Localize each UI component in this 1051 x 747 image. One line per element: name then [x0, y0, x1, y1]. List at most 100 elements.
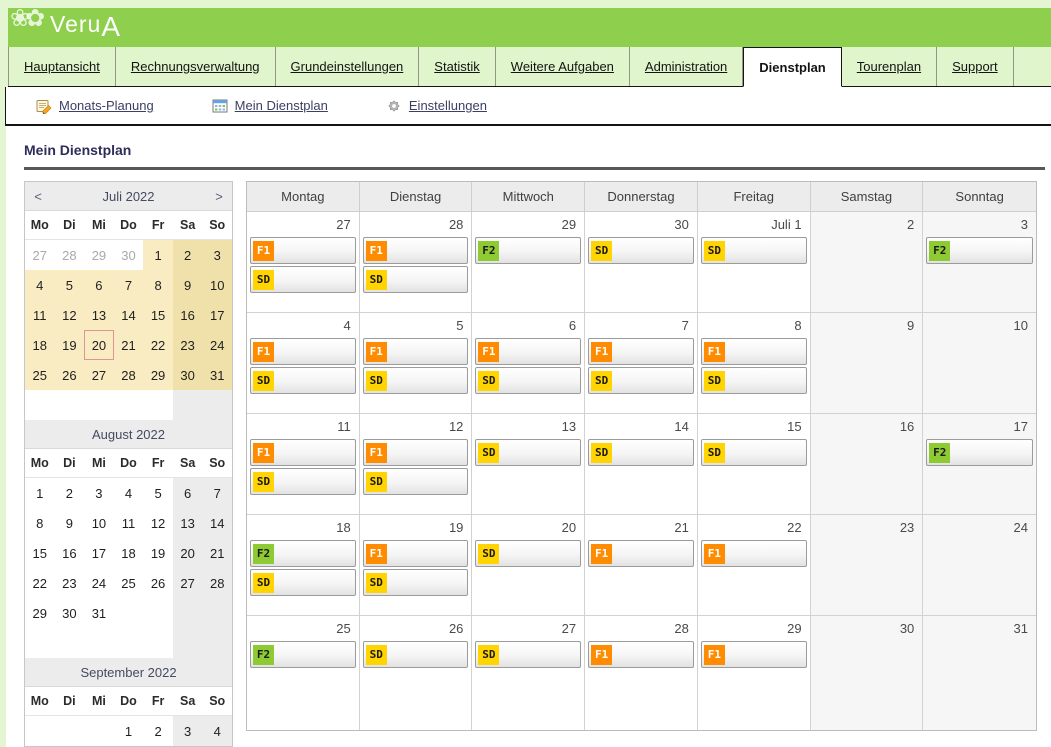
mini-day[interactable]: 4: [25, 270, 55, 300]
day-cell[interactable]: 20SD: [472, 515, 585, 615]
day-cell[interactable]: 7F1SD: [585, 313, 698, 413]
mini-day[interactable]: 7: [202, 478, 232, 508]
mini-day[interactable]: 30: [173, 360, 203, 390]
mini-day[interactable]: 8: [143, 270, 173, 300]
mini-day[interactable]: 1: [25, 478, 55, 508]
shift-entry[interactable]: SD: [250, 266, 356, 293]
shift-entry[interactable]: F1: [250, 237, 356, 264]
mini-day[interactable]: 25: [114, 568, 144, 598]
shift-entry[interactable]: F1: [363, 338, 469, 365]
shift-entry[interactable]: SD: [588, 439, 694, 466]
mini-day[interactable]: 24: [202, 330, 232, 360]
day-cell[interactable]: 26SD: [360, 616, 473, 730]
mini-day[interactable]: 28: [55, 240, 85, 270]
tab-tourenplan[interactable]: Tourenplan: [842, 47, 937, 86]
mini-day[interactable]: 27: [173, 568, 203, 598]
tab-administration[interactable]: Administration: [630, 47, 743, 86]
mini-day[interactable]: 5: [143, 478, 173, 508]
shift-entry[interactable]: SD: [475, 439, 581, 466]
shift-entry[interactable]: SD: [475, 540, 581, 567]
tab-hauptansicht[interactable]: Hauptansicht: [8, 47, 116, 86]
mini-day[interactable]: 9: [55, 508, 85, 538]
mini-day[interactable]: 30: [55, 598, 85, 628]
shift-entry[interactable]: SD: [701, 367, 807, 394]
prev-month-button[interactable]: <: [25, 189, 51, 204]
mini-day[interactable]: 15: [143, 300, 173, 330]
tab-weitere-aufgaben[interactable]: Weitere Aufgaben: [496, 47, 630, 86]
mini-day[interactable]: 12: [143, 508, 173, 538]
day-cell[interactable]: 6F1SD: [472, 313, 585, 413]
mini-day[interactable]: 11: [25, 300, 55, 330]
mini-day[interactable]: 29: [143, 360, 173, 390]
mini-day[interactable]: 11: [114, 508, 144, 538]
subnav-item-mein-dienstplan[interactable]: Mein Dienstplan: [212, 98, 328, 114]
mini-day[interactable]: 26: [143, 568, 173, 598]
day-cell[interactable]: 27SD: [472, 616, 585, 730]
mini-day[interactable]: 22: [143, 330, 173, 360]
mini-day[interactable]: 31: [202, 360, 232, 390]
mini-day[interactable]: 14: [202, 508, 232, 538]
shift-entry[interactable]: F1: [250, 439, 356, 466]
mini-day[interactable]: 3: [173, 716, 203, 746]
shift-entry[interactable]: F1: [363, 540, 469, 567]
day-cell[interactable]: 27F1SD: [247, 212, 360, 312]
mini-day[interactable]: 19: [143, 538, 173, 568]
day-cell[interactable]: 17F2: [923, 414, 1036, 514]
day-cell[interactable]: 24: [923, 515, 1036, 615]
next-month-button[interactable]: >: [206, 189, 232, 204]
mini-day[interactable]: 13: [173, 508, 203, 538]
mini-day[interactable]: 6: [84, 270, 114, 300]
mini-day[interactable]: 24: [84, 568, 114, 598]
day-cell[interactable]: 31: [923, 616, 1036, 730]
mini-day[interactable]: 26: [55, 360, 85, 390]
mini-day[interactable]: 28: [202, 568, 232, 598]
day-cell[interactable]: 22F1: [698, 515, 811, 615]
shift-entry[interactable]: SD: [363, 367, 469, 394]
day-cell[interactable]: 3F2: [923, 212, 1036, 312]
shift-entry[interactable]: F1: [701, 641, 807, 668]
day-cell[interactable]: 13SD: [472, 414, 585, 514]
tab-dienstplan[interactable]: Dienstplan: [743, 47, 841, 87]
mini-day[interactable]: 28: [114, 360, 144, 390]
mini-day[interactable]: 31: [84, 598, 114, 628]
day-cell[interactable]: 28F1: [585, 616, 698, 730]
shift-entry[interactable]: F2: [250, 540, 356, 567]
day-cell[interactable]: 23: [811, 515, 924, 615]
shift-entry[interactable]: F1: [588, 641, 694, 668]
mini-day[interactable]: 4: [202, 716, 232, 746]
shift-entry[interactable]: SD: [588, 367, 694, 394]
mini-day[interactable]: 10: [202, 270, 232, 300]
mini-day[interactable]: 22: [25, 568, 55, 598]
shift-entry[interactable]: SD: [363, 468, 469, 495]
mini-day[interactable]: 15: [25, 538, 55, 568]
mini-day[interactable]: 25: [25, 360, 55, 390]
mini-day[interactable]: 13: [84, 300, 114, 330]
mini-day[interactable]: 18: [25, 330, 55, 360]
day-cell[interactable]: 8F1SD: [698, 313, 811, 413]
day-cell[interactable]: 19F1SD: [360, 515, 473, 615]
mini-day[interactable]: 30: [114, 240, 144, 270]
mini-day[interactable]: 27: [25, 240, 55, 270]
mini-day[interactable]: 5: [55, 270, 85, 300]
shift-entry[interactable]: F1: [363, 439, 469, 466]
day-cell[interactable]: 4F1SD: [247, 313, 360, 413]
mini-day[interactable]: 27: [84, 360, 114, 390]
shift-entry[interactable]: F1: [701, 338, 807, 365]
mini-day[interactable]: 10: [84, 508, 114, 538]
mini-day[interactable]: 29: [25, 598, 55, 628]
tab-rechnungsverwaltung[interactable]: Rechnungsverwaltung: [116, 47, 276, 86]
shift-entry[interactable]: F1: [588, 338, 694, 365]
shift-entry[interactable]: F2: [926, 439, 1033, 466]
mini-day[interactable]: 8: [25, 508, 55, 538]
mini-day[interactable]: 12: [55, 300, 85, 330]
shift-entry[interactable]: SD: [363, 569, 469, 596]
day-cell[interactable]: 15SD: [698, 414, 811, 514]
mini-day[interactable]: 2: [143, 716, 173, 746]
mini-day[interactable]: 19: [55, 330, 85, 360]
mini-day[interactable]: 1: [114, 716, 144, 746]
day-cell[interactable]: 12F1SD: [360, 414, 473, 514]
mini-day[interactable]: 29: [84, 240, 114, 270]
mini-day[interactable]: 17: [84, 538, 114, 568]
subnav-item-monats-planung[interactable]: Monats-Planung: [36, 98, 154, 114]
day-cell[interactable]: 16: [811, 414, 924, 514]
